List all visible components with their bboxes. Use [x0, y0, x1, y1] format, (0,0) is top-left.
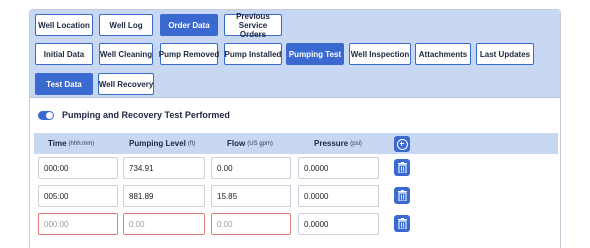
navigation-panel: Well Location Well Log Order Data Previo… [30, 10, 560, 98]
delete-row-button[interactable] [394, 215, 410, 232]
tab-well-cleaning[interactable]: Well Cleaning [99, 43, 153, 65]
pumping-level-input[interactable] [123, 185, 205, 207]
trash-icon [397, 162, 407, 173]
delete-row-button[interactable] [394, 159, 410, 176]
new-pressure-input[interactable] [298, 213, 379, 235]
new-pumping-level-input[interactable] [123, 213, 205, 235]
tab-well-location[interactable]: Well Location [35, 14, 93, 36]
test-performed-toggle-row: Pumping and Recovery Test Performed [38, 110, 230, 120]
pressure-input[interactable] [298, 157, 379, 179]
tab-test-data[interactable]: Test Data [35, 73, 93, 95]
tab-last-updates[interactable]: Last Updates [476, 43, 534, 65]
delete-row-button[interactable] [394, 187, 410, 204]
tab-well-inspection[interactable]: Well Inspection [349, 43, 411, 65]
new-flow-input[interactable] [211, 213, 291, 235]
tab-attachments[interactable]: Attachments [415, 43, 471, 65]
trash-icon [397, 218, 407, 229]
pressure-input[interactable] [298, 185, 379, 207]
flow-input[interactable] [211, 185, 291, 207]
tab-well-log[interactable]: Well Log [99, 14, 153, 36]
column-header-pressure: Pressure (psi) [314, 139, 362, 148]
toggle-knob [46, 111, 53, 119]
pumping-level-input[interactable] [123, 157, 205, 179]
tab-pump-removed[interactable]: Pump Removed [159, 43, 219, 65]
column-header-pumping-level: Pumping Level (ft) [129, 139, 196, 148]
test-performed-label: Pumping and Recovery Test Performed [62, 110, 230, 120]
form-frame: Well Location Well Log Order Data Previo… [29, 9, 561, 248]
tab-pumping-test[interactable]: Pumping Test [286, 43, 344, 65]
new-time-input[interactable] [38, 213, 118, 235]
column-header-time: Time (hhh:mm) [48, 139, 95, 148]
tab-well-recovery[interactable]: Well Recovery [98, 73, 154, 95]
tab-initial-data[interactable]: Initial Data [35, 43, 93, 65]
tab-order-data[interactable]: Order Data [160, 14, 218, 36]
tab-previous-service-orders[interactable]: Previous Service Orders [224, 12, 282, 39]
test-performed-toggle[interactable] [38, 110, 54, 120]
trash-icon [397, 190, 407, 201]
table-header: Time (hhh:mm) Pumping Level (ft) Flow (US g… [34, 133, 558, 154]
flow-input[interactable] [211, 157, 291, 179]
time-input[interactable] [38, 157, 118, 179]
column-header-flow: Flow (US gpm) [227, 139, 273, 148]
tab-pump-installed[interactable]: Pump Installed [224, 43, 282, 65]
time-input[interactable] [38, 185, 118, 207]
add-row-button[interactable] [394, 136, 410, 152]
plus-circle-icon [396, 138, 408, 150]
